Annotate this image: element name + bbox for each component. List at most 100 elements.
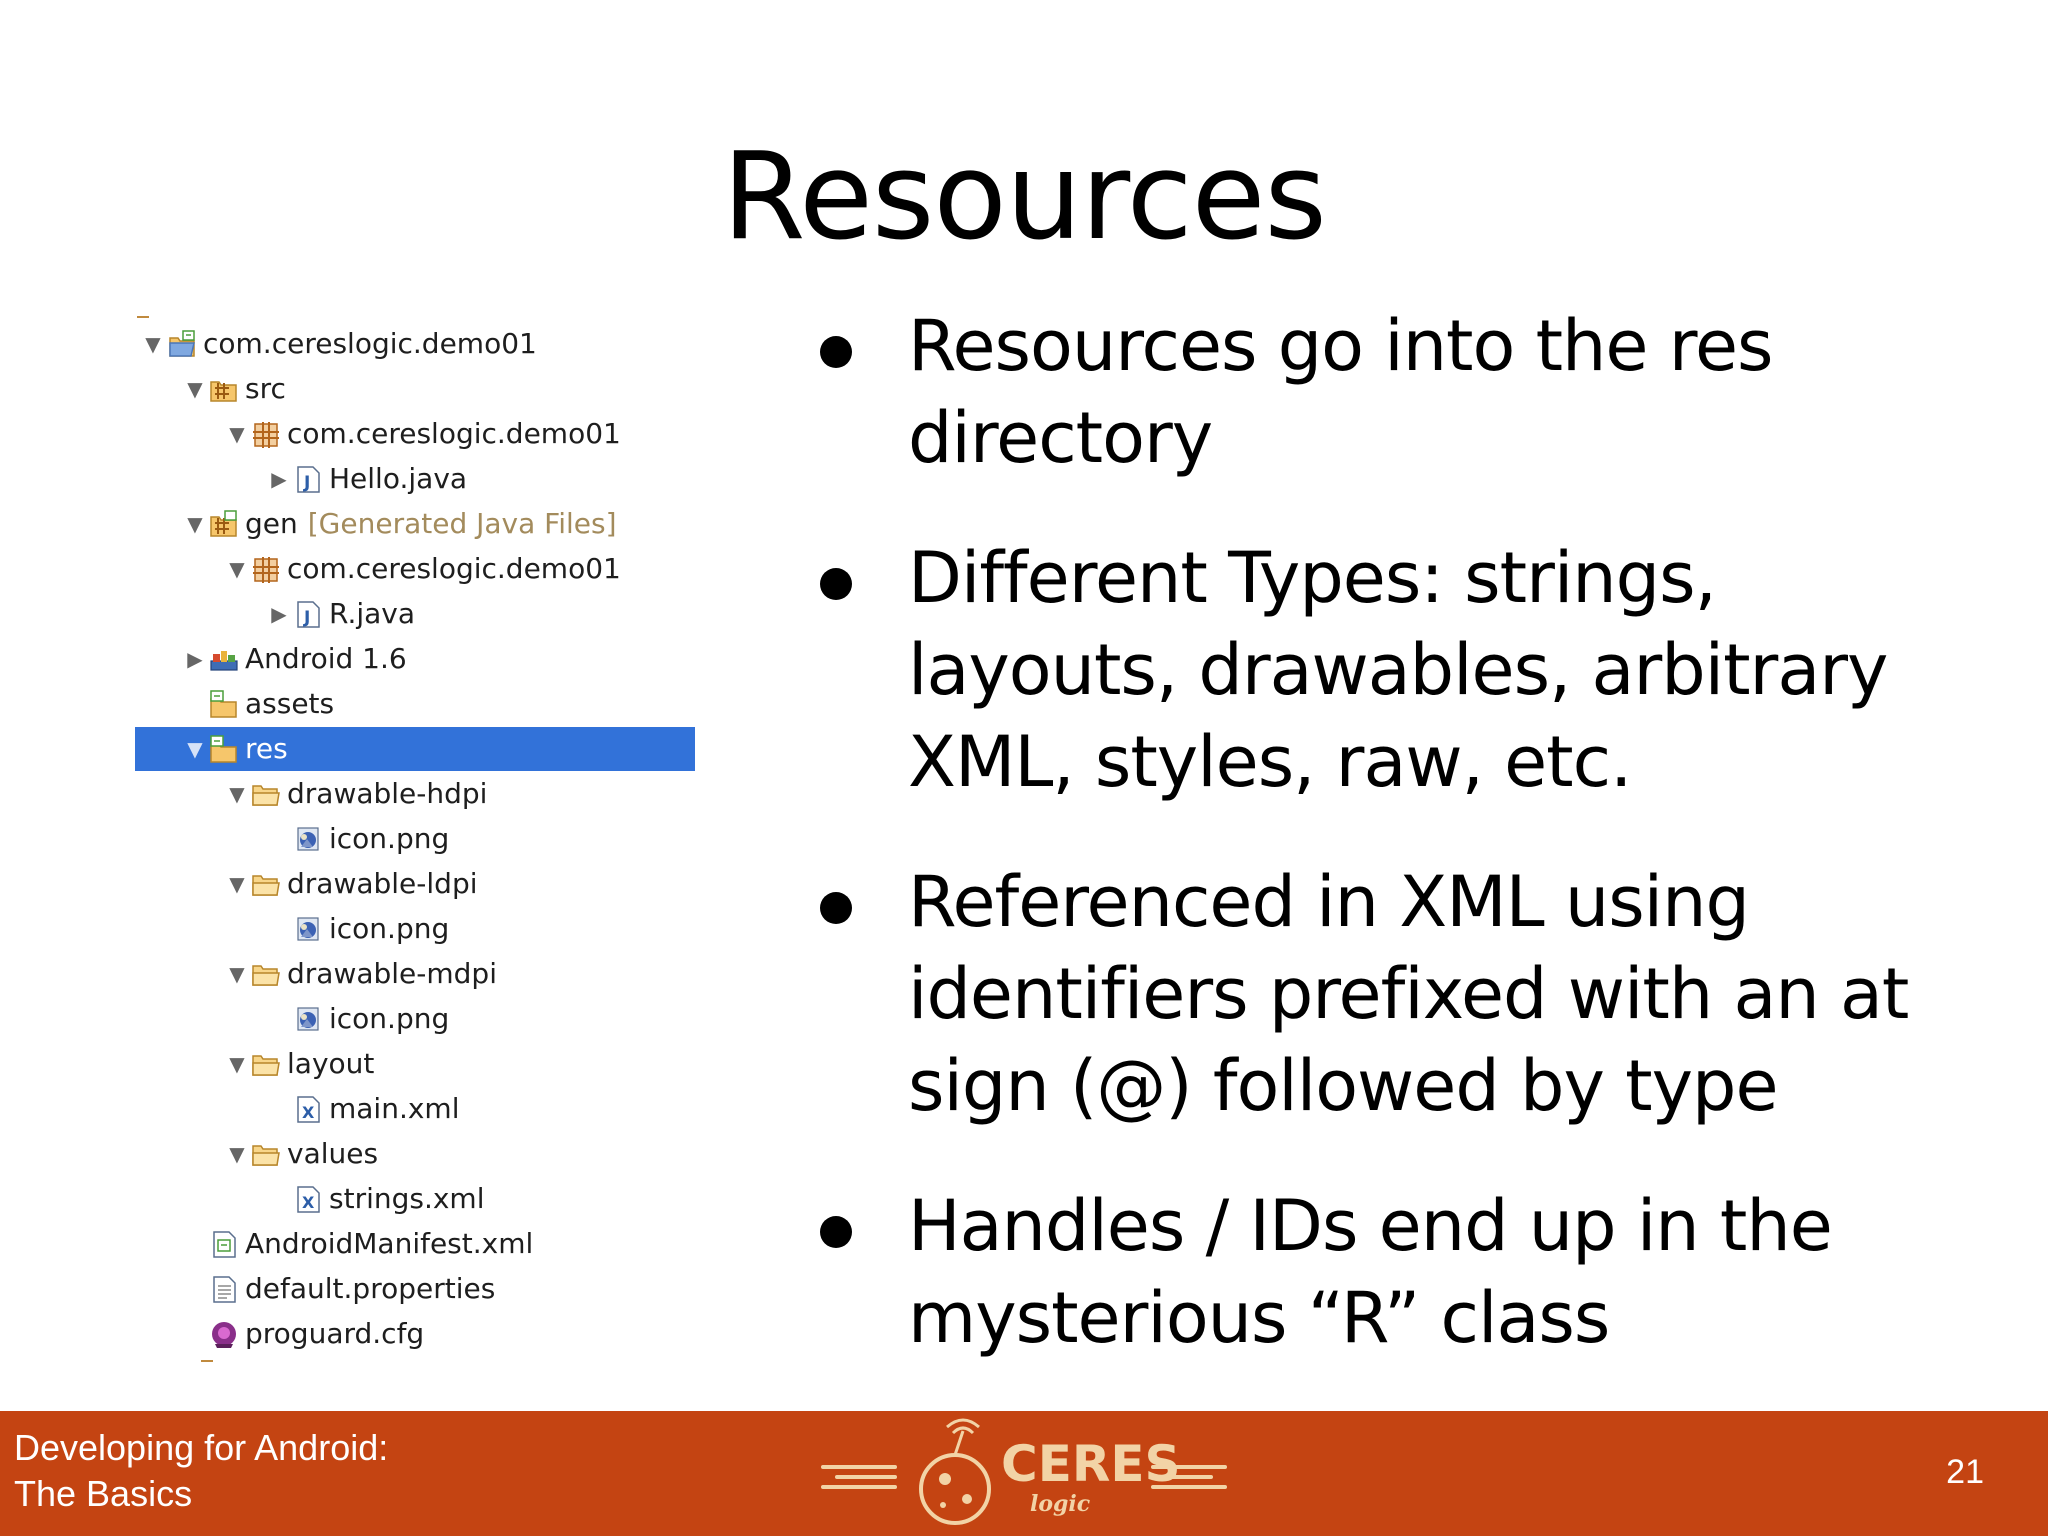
bullet-line: Resources go into the res (908, 305, 1774, 387)
tree-item[interactable]: ▶ Android 1.6 (135, 637, 695, 681)
manifest-file-icon (213, 1231, 236, 1258)
bullet-dot-icon (820, 336, 852, 368)
java-file-icon: J (297, 466, 320, 493)
tree-item-name: res (245, 732, 288, 765)
tree-item-label: strings.xml (329, 1177, 485, 1221)
tree-item[interactable]: ▼ res (135, 727, 695, 771)
tree-item[interactable]: Xmain.xml (135, 1087, 695, 1131)
package-icon (253, 422, 279, 448)
tree-item-label: Hello.java (329, 457, 467, 501)
tree-item-name: icon.png (329, 912, 450, 945)
slide-title: Resources (722, 128, 1327, 267)
logo-subword: logic (1030, 1491, 1091, 1517)
library-icon (210, 651, 238, 671)
slide-footer: Developing for Android: The Basics CERES… (0, 1411, 2048, 1536)
tree-item[interactable]: ▶ J Hello.java (135, 457, 695, 501)
footer-title-line-2: The Basics (14, 1473, 193, 1514)
expanded-arrow-icon[interactable]: ▼ (185, 727, 205, 771)
tree-item-name: icon.png (329, 1002, 450, 1035)
tree-item-name: drawable-ldpi (287, 867, 478, 900)
tree-item-name: AndroidManifest.xml (245, 1227, 534, 1260)
tree-item-name: icon.png (329, 822, 450, 855)
text-file-icon (213, 1276, 236, 1303)
image-file-icon (297, 917, 319, 941)
tree-item[interactable]: ▼ com.cereslogic.demo01 (135, 547, 695, 591)
tree-item-label: Android 1.6 (245, 637, 407, 681)
tree-item[interactable]: ▶ J R.java (135, 592, 695, 636)
svg-text:X: X (302, 1193, 315, 1212)
tree-item[interactable]: ▼ layout (135, 1042, 695, 1086)
bullet-line: Handles / IDs end up in the (908, 1185, 1833, 1267)
folder-icon (252, 965, 280, 986)
tree-edge-marker (201, 1360, 213, 1362)
tree-item-label: layout (287, 1042, 374, 1086)
expanded-arrow-icon[interactable]: ▼ (227, 412, 247, 456)
tree-item-label: icon.png (329, 907, 449, 951)
expanded-arrow-icon[interactable]: ▼ (227, 862, 247, 906)
expanded-arrow-icon[interactable]: ▼ (185, 502, 205, 546)
tree-edge-marker (137, 316, 149, 318)
tree-item[interactable]: ▼ com.cereslogic.demo01 (135, 412, 695, 456)
tree-item[interactable]: Xstrings.xml (135, 1177, 695, 1221)
logo-word: CERES (1001, 1435, 1181, 1493)
generated-folder-icon (210, 510, 237, 537)
tree-item[interactable]: ▼ gen [Generated Java Files] (135, 502, 695, 546)
collapsed-arrow-icon[interactable]: ▶ (269, 457, 289, 501)
tree-item-name: src (245, 372, 286, 405)
image-file-icon (297, 1007, 319, 1031)
tree-item-label: values (287, 1132, 378, 1176)
tree-item-label: drawable-ldpi (287, 862, 478, 906)
tree-item-name: strings.xml (329, 1182, 485, 1215)
tree-item[interactable]: ▼ drawable-hdpi (135, 772, 695, 816)
ceres-logic-logo: CERES logic (821, 1418, 1227, 1525)
folder-icon (252, 1055, 280, 1076)
expanded-arrow-icon[interactable]: ▼ (227, 1132, 247, 1176)
config-file-icon (212, 1322, 236, 1348)
expanded-arrow-icon[interactable]: ▼ (143, 322, 163, 366)
tree-item[interactable]: assets (135, 682, 695, 726)
tree-item[interactable]: icon.png (135, 907, 695, 951)
tree-item[interactable]: AndroidManifest.xml (135, 1222, 695, 1266)
bullet-line: mysterious “R” class (908, 1277, 1610, 1359)
folder-icon (252, 785, 280, 806)
tree-item[interactable]: ▼ src (135, 367, 695, 411)
bullet-line: sign (@) followed by type (908, 1045, 1779, 1127)
tree-item[interactable]: ▼ values (135, 1132, 695, 1176)
bullet-dot-icon (820, 892, 852, 924)
expanded-arrow-icon[interactable]: ▼ (227, 952, 247, 996)
tree-item[interactable]: default.properties (135, 1267, 695, 1311)
tree-item[interactable]: proguard.cfg (135, 1312, 695, 1356)
android-folder-icon (210, 735, 237, 763)
bullet-line: XML, styles, raw, etc. (908, 721, 1632, 803)
expanded-arrow-icon[interactable]: ▼ (227, 772, 247, 816)
tree-item-label: proguard.cfg (245, 1312, 424, 1356)
bullet-line: Referenced in XML using (908, 861, 1750, 943)
page-number: 21 (1946, 1453, 1984, 1491)
svg-text:X: X (302, 1103, 315, 1122)
footer-title: Developing for Android: The Basics (14, 1425, 388, 1517)
tree-item-label: com.cereslogic.demo01 (203, 322, 537, 366)
tree-item-label: src (245, 367, 286, 411)
collapsed-arrow-icon[interactable]: ▶ (185, 637, 205, 681)
collapsed-arrow-icon[interactable]: ▶ (269, 592, 289, 636)
expanded-arrow-icon[interactable]: ▼ (185, 367, 205, 411)
expanded-arrow-icon[interactable]: ▼ (227, 547, 247, 591)
image-file-icon (297, 827, 319, 851)
tree-item-name: Android 1.6 (245, 642, 407, 675)
tree-item[interactable]: icon.png (135, 997, 695, 1041)
tree-item[interactable]: ▼ drawable-ldpi (135, 862, 695, 906)
tree-item-label: AndroidManifest.xml (245, 1222, 533, 1266)
tree-item[interactable]: ▼ drawable-mdpi (135, 952, 695, 996)
tree-item-name: drawable-mdpi (287, 957, 497, 990)
tree-item-label: gen [Generated Java Files] (245, 502, 617, 546)
tree-item-name: com.cereslogic.demo01 (203, 327, 537, 360)
tree-item-label: main.xml (329, 1087, 459, 1131)
tree-item-name: default.properties (245, 1272, 496, 1305)
tree-item[interactable]: ▼ com.cereslogic.demo01 (135, 322, 695, 366)
tree-item[interactable]: icon.png (135, 817, 695, 861)
bullet-line: directory (908, 397, 1213, 479)
tree-item-name: values (287, 1137, 379, 1170)
project-explorer-tree[interactable]: ▼ com.cereslogic.demo01 ▼ src ▼ com.cereslogi… (135, 316, 695, 1362)
tree-item-name: proguard.cfg (245, 1317, 425, 1350)
expanded-arrow-icon[interactable]: ▼ (227, 1042, 247, 1086)
